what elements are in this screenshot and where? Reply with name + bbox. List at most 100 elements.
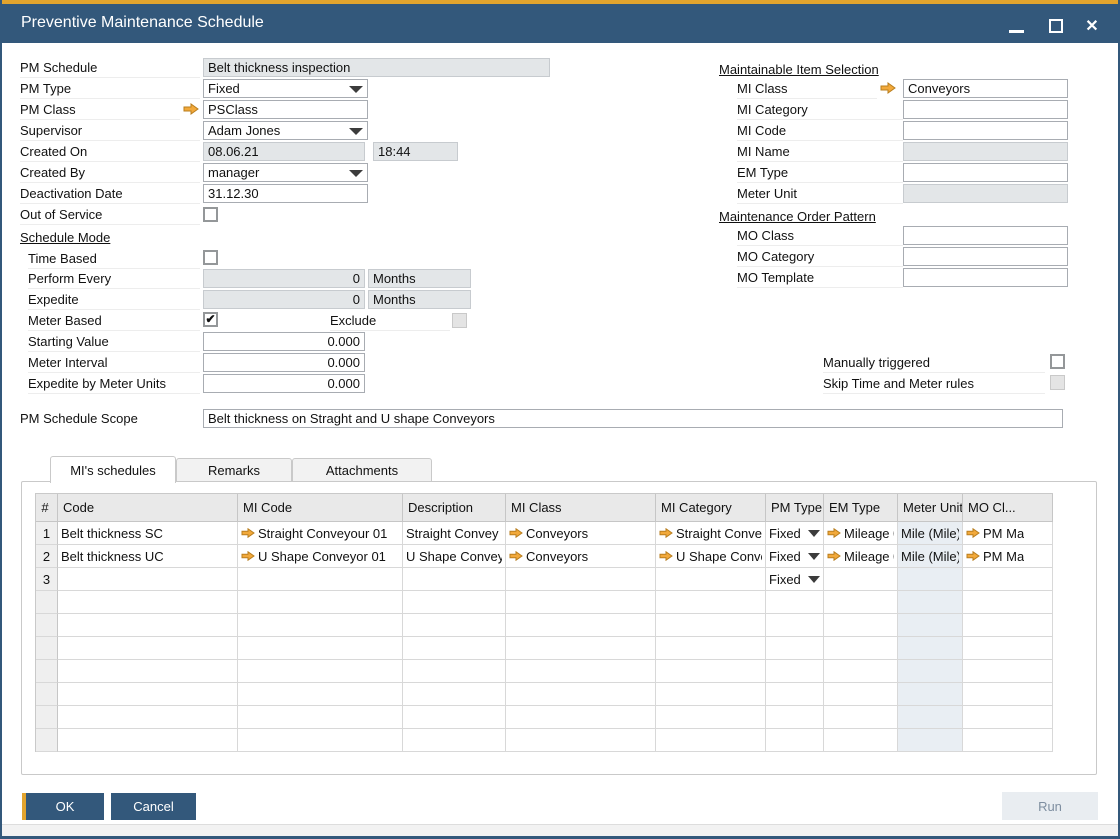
cell-code[interactable] (58, 591, 238, 614)
column-header-em_type[interactable]: EM Type (824, 494, 898, 522)
maximize-button[interactable] (1044, 14, 1068, 38)
ok-button[interactable]: OK (22, 793, 104, 820)
run-button[interactable]: Run (1002, 792, 1098, 820)
cell-num[interactable]: 2 (36, 545, 58, 568)
chevron-down-icon[interactable] (349, 86, 363, 93)
cell-meter_unit[interactable] (898, 637, 963, 660)
cell-description[interactable] (403, 729, 506, 752)
cell-em_type[interactable] (824, 591, 898, 614)
link-arrow-icon[interactable] (827, 551, 841, 561)
cell-mi_category[interactable] (656, 614, 766, 637)
cell-pm_type[interactable] (766, 729, 824, 752)
mi-code-field[interactable] (903, 121, 1068, 140)
perform-every-unit-field[interactable]: Months (368, 269, 471, 288)
cell-description[interactable]: Straight Convey (403, 522, 506, 545)
cell-mo_class[interactable] (963, 660, 1053, 683)
cell-num[interactable]: 1 (36, 522, 58, 545)
cell-em_type[interactable]: Mileage 01 (824, 545, 898, 568)
link-arrow-icon[interactable] (659, 551, 673, 561)
link-arrow-icon[interactable] (241, 528, 255, 538)
cell-code[interactable] (58, 683, 238, 706)
mi-category-field[interactable] (903, 100, 1068, 119)
cell-code[interactable] (58, 568, 238, 591)
chevron-down-icon[interactable] (349, 128, 363, 135)
cell-mi_category[interactable] (656, 660, 766, 683)
created-by-select[interactable]: manager (203, 163, 368, 182)
column-header-code[interactable]: Code (58, 494, 238, 522)
cell-description[interactable] (403, 637, 506, 660)
cell-mi_code[interactable] (238, 614, 403, 637)
cell-mo_class[interactable] (963, 683, 1053, 706)
cell-em_type[interactable] (824, 568, 898, 591)
cell-description[interactable] (403, 568, 506, 591)
perform-every-field[interactable]: 0 (203, 269, 365, 288)
cell-pm_type[interactable]: Fixed (766, 545, 824, 568)
time-based-checkbox[interactable] (203, 250, 218, 265)
column-header-meter_unit[interactable]: Meter Unit (898, 494, 963, 522)
cell-num[interactable] (36, 591, 58, 614)
cell-meter_unit[interactable] (898, 706, 963, 729)
cell-mi_class[interactable]: Conveyors (506, 522, 656, 545)
cell-meter_unit[interactable] (898, 591, 963, 614)
tab-remarks[interactable]: Remarks (176, 458, 292, 482)
expedite-unit-field[interactable]: Months (368, 290, 471, 309)
expedite-field[interactable]: 0 (203, 290, 365, 309)
cell-description[interactable] (403, 660, 506, 683)
cell-pm_type[interactable] (766, 637, 824, 660)
cell-pm_type[interactable] (766, 591, 824, 614)
cell-mi_code[interactable] (238, 729, 403, 752)
tab-mis-schedules[interactable]: MI's schedules (50, 456, 176, 483)
link-arrow-icon[interactable] (509, 528, 523, 538)
chevron-down-icon[interactable] (349, 170, 363, 177)
cell-mi_class[interactable] (506, 729, 656, 752)
cell-meter_unit[interactable] (898, 568, 963, 591)
cell-pm_type[interactable] (766, 683, 824, 706)
cell-pm_type[interactable]: Fixed (766, 568, 824, 591)
cell-em_type[interactable] (824, 614, 898, 637)
cell-code[interactable]: Belt thickness SC (58, 522, 238, 545)
meter-unit-field[interactable] (903, 184, 1068, 203)
cell-code[interactable]: Belt thickness UC (58, 545, 238, 568)
cell-description[interactable]: U Shape Convey (403, 545, 506, 568)
cell-meter_unit[interactable]: Mile (Mile) (898, 545, 963, 568)
cell-mi_code[interactable] (238, 568, 403, 591)
column-header-mo_class[interactable]: MO Cl... (963, 494, 1053, 522)
minimize-button[interactable] (1004, 14, 1028, 38)
cell-mi_class[interactable] (506, 637, 656, 660)
cell-pm_type[interactable] (766, 660, 824, 683)
expedite-by-meter-units-field[interactable]: 0.000 (203, 374, 365, 393)
cell-num[interactable] (36, 637, 58, 660)
column-header-mi_category[interactable]: MI Category (656, 494, 766, 522)
cell-em_type[interactable] (824, 729, 898, 752)
pm-type-select[interactable]: Fixed (203, 79, 368, 98)
mi-name-field[interactable] (903, 142, 1068, 161)
link-arrow-icon[interactable] (509, 551, 523, 561)
cell-mo_class[interactable] (963, 706, 1053, 729)
cell-mo_class[interactable] (963, 591, 1053, 614)
cell-mi_category[interactable] (656, 568, 766, 591)
cell-code[interactable] (58, 729, 238, 752)
cell-mi_code[interactable]: Straight Conveyour 01 (238, 522, 403, 545)
meter-based-checkbox[interactable] (203, 312, 218, 327)
cell-mi_code[interactable] (238, 637, 403, 660)
cell-mi_class[interactable] (506, 683, 656, 706)
mo-class-field[interactable] (903, 226, 1068, 245)
cell-em_type[interactable] (824, 683, 898, 706)
cell-pm_type[interactable] (766, 706, 824, 729)
cell-num[interactable] (36, 614, 58, 637)
cell-num[interactable]: 3 (36, 568, 58, 591)
cell-code[interactable] (58, 660, 238, 683)
cell-code[interactable] (58, 614, 238, 637)
meter-interval-field[interactable]: 0.000 (203, 353, 365, 372)
cell-mi_category[interactable]: Straight Conve (656, 522, 766, 545)
cell-description[interactable] (403, 706, 506, 729)
cell-code[interactable] (58, 706, 238, 729)
column-header-num[interactable]: # (36, 494, 58, 522)
cell-mi_category[interactable] (656, 637, 766, 660)
cell-num[interactable] (36, 683, 58, 706)
cell-mi_code[interactable] (238, 591, 403, 614)
column-header-mi_code[interactable]: MI Code (238, 494, 403, 522)
cell-mi_class[interactable] (506, 614, 656, 637)
mo-category-field[interactable] (903, 247, 1068, 266)
em-type-field[interactable] (903, 163, 1068, 182)
